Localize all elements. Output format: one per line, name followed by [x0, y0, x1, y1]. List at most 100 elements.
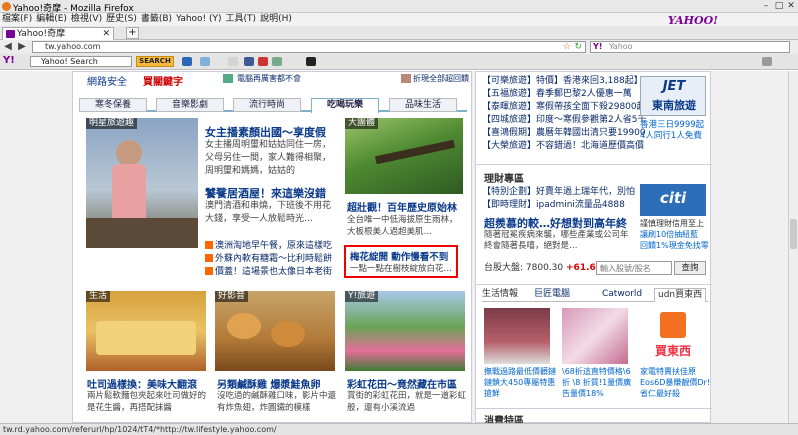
nature-headline[interactable]: 超壯觀！百年歷史原始林 — [347, 199, 457, 214]
top-link-keywords[interactable]: 買關鍵字 — [143, 73, 183, 88]
tab-food[interactable]: 吃喝玩樂 — [311, 98, 379, 113]
jet-ad[interactable]: JET 東南旅遊 — [640, 76, 706, 116]
scrollbar-thumb[interactable] — [790, 219, 797, 249]
shop-item-2-caption[interactable]: \68折這直特價格\6折 \8 折質!1量價廣告量價18% — [562, 366, 634, 399]
browser-tab[interactable]: Yahoo!奇摩 ✕ — [2, 27, 114, 40]
menu-yahoo[interactable]: Yahoo! (Y) — [174, 13, 223, 26]
menu-file[interactable]: 檔案(F) — [0, 13, 34, 26]
top-link-cashback[interactable]: 折現全部超回饋 — [413, 73, 469, 84]
status-bar: tw.rd.yahoo.com/referurl/hp/1024/tT4/*ht… — [0, 423, 798, 435]
bullet-icon — [205, 254, 213, 262]
finance-link-1[interactable]: 【特別企劃】好賣年過上瑞年代，別怕 — [482, 186, 635, 199]
jet-name: 東南旅遊 — [652, 99, 696, 112]
yahoo-toolbar: Y! Yahoo! Search SEARCH — [0, 54, 798, 70]
travel-link-1[interactable]: 【可樂旅遊】特價】香港來回3,188起】 — [482, 75, 643, 88]
tab-fashion[interactable]: 流行時尚 — [233, 98, 301, 112]
menu-edit[interactable]: 編輯(E) — [34, 13, 69, 26]
travel-link-6[interactable]: 【大榮旅遊】不容錯過！北海道歷價高價 — [482, 140, 644, 153]
tab-music[interactable]: 音樂影劇 — [156, 98, 224, 112]
card-2-headline[interactable]: 另類鹹酥雞 爆漿鮭魚卵 — [217, 376, 320, 391]
shop-item-1-caption[interactable]: 撫戰過路最低價髒鏈鏈鎖大450專屬特惠搶鮮 — [484, 366, 556, 399]
highlight-headline[interactable]: 梅花綻開 動作慢看不到 — [350, 249, 448, 263]
feature-link-3[interactable]: 價蓋！這場景也太像日本老街 — [205, 264, 332, 277]
maximize-button[interactable]: □ — [773, 1, 785, 11]
navigation-bar: ◀ ▶ tw.yahoo.com ☆ ↻ Y! Yahoo — [0, 40, 798, 54]
minimize-button[interactable]: – — [760, 1, 772, 11]
jet-line-2[interactable]: 4人同行1人免費 — [640, 131, 702, 142]
tab-shop-computer[interactable]: 巨匠電腦 — [534, 288, 570, 301]
bullet-icon — [205, 267, 213, 275]
url-bar[interactable]: tw.yahoo.com ☆ ↻ — [32, 41, 586, 53]
tab-shop-udn[interactable]: udn買東西 — [654, 288, 707, 302]
top-link-security[interactable]: 網路安全 — [87, 73, 127, 88]
tab-lifestyle[interactable]: 品味生活 — [389, 98, 457, 112]
divider — [476, 164, 712, 165]
card-2-body: 沒吃過的鹹酥雞口味，影片中還有炸魚翅，炸圓鐵的模樣 — [217, 391, 337, 413]
travel-link-2[interactable]: 【五福旅遊】春季郵巴黎2人優惠一萬 — [482, 88, 632, 101]
toolbar-settings-icon[interactable] — [762, 57, 772, 66]
feature-link-2[interactable]: 外蘇內軟有糖霜～比利時鬆餅 — [205, 251, 332, 264]
tab-close-icon[interactable]: ✕ — [102, 28, 110, 40]
nature-photo[interactable]: 大團體 — [345, 118, 463, 194]
mail-icon[interactable] — [182, 57, 192, 66]
reload-icon[interactable]: ↻ — [574, 42, 582, 52]
search-box[interactable]: Y! Yahoo — [590, 41, 790, 53]
menu-tools[interactable]: 工具(T) — [224, 13, 259, 26]
menu-help[interactable]: 說明(H) — [258, 13, 294, 26]
menu-view[interactable]: 檢視(V) — [69, 13, 104, 26]
shop-item-3-photo[interactable]: 買東西 — [640, 308, 706, 364]
card-3-headline[interactable]: 彩虹花田～竟然藏在市區 — [347, 376, 457, 391]
shop-item-1-photo[interactable] — [484, 308, 550, 364]
travel-link-3[interactable]: 【泰暉旅遊】寒假帶孩全面下殺29800起 — [482, 101, 646, 114]
vertical-scrollbar[interactable] — [788, 71, 798, 423]
card-1-headline[interactable]: 吐司過樣換：美味大翻滾 — [87, 376, 197, 391]
udn-logo: 買東西 — [654, 344, 691, 358]
finance-link-2[interactable]: 【即時理財】ipadmini流量品4888 — [482, 199, 625, 212]
toolbar-search-button[interactable]: SEARCH — [136, 56, 174, 67]
shop-item-3-caption[interactable]: 家電特賣扶佳原Eos6D暴賺靚價Dr!省仁最好殺 — [640, 366, 712, 399]
flickr-icon[interactable] — [272, 57, 282, 66]
citi-ad[interactable]: citi — [640, 184, 706, 216]
card-2-photo[interactable]: 好影音 — [215, 291, 335, 371]
tab-shop-life[interactable]: 生活情報 — [482, 288, 518, 301]
travel-link-5[interactable]: 【喜鴻假期】農曆年韓國出清只要19900 — [482, 127, 646, 140]
travel-link-4[interactable]: 【四城旅遊】印度～寒假參觀第2人省5千 — [482, 114, 646, 127]
tab-beauty[interactable]: 寒冬保養 — [79, 98, 147, 112]
feature-photo[interactable]: 明星旅遊趣 — [86, 118, 198, 248]
video-icon[interactable] — [306, 57, 316, 66]
forward-button[interactable]: ▶ — [16, 41, 28, 53]
status-text: tw.rd.yahoo.com/referurl/hp/1024/tT4/*ht… — [3, 425, 277, 434]
stock-query-button[interactable]: 查詢 — [674, 261, 706, 275]
feature-link-2-text: 外蘇內軟有糖霜～比利時鬆餅 — [215, 254, 333, 264]
nature-body: 全台唯一中低海拔原生雨林，大板根美人過超美肌… — [347, 215, 458, 237]
feature-headline[interactable]: 女主播素顏出國～享度假 — [205, 124, 326, 140]
title-bar: Yahoo!奇摩 - Mozilla Firefox – □ ✕ — [0, 0, 798, 14]
news-icon[interactable] — [258, 57, 268, 66]
menu-bookmarks[interactable]: 書籤(B) — [139, 13, 174, 26]
card-1-photo[interactable]: 生活 — [86, 291, 206, 371]
facebook-icon[interactable] — [244, 57, 254, 66]
jet-line-1[interactable]: 香港三日9999起 — [640, 120, 704, 131]
top-link-computer[interactable]: 電腦再厲害都不會 — [237, 73, 301, 84]
feature-link-1[interactable]: 澳洲淘地早午餐，原來這樣吃 — [205, 238, 332, 251]
shop-item-2-photo[interactable] — [562, 308, 628, 364]
divider — [476, 408, 712, 409]
new-tab-button[interactable]: + — [126, 27, 139, 39]
citi-line-1[interactable]: 謹慎理財信用至上 — [640, 218, 704, 229]
toolbar-search-input[interactable]: Yahoo! Search — [30, 56, 132, 67]
finance-headline[interactable]: 超羨慕的較…好想對到高年終 — [484, 215, 627, 231]
feature-headline-2[interactable]: 饕餮居酒屋！來這樂沒錯 — [205, 185, 326, 201]
bookmark-icon[interactable] — [228, 57, 238, 66]
citi-line-3[interactable]: 回饋1%現金免找零 — [640, 240, 709, 251]
close-button[interactable]: ✕ — [785, 1, 797, 11]
weather-icon[interactable] — [200, 57, 210, 66]
card-3-photo[interactable]: Y!旅遊 — [345, 291, 465, 371]
menu-history[interactable]: 歷史(S) — [104, 13, 139, 26]
back-button[interactable]: ◀ — [2, 41, 14, 53]
feature-link-1-text: 澳洲淘地早午餐，原來這樣吃 — [215, 241, 333, 251]
yahoo-toolbar-logo-icon[interactable]: Y! — [3, 55, 15, 66]
citi-line-2[interactable]: 讓刷10倍抽紐藍 — [640, 229, 698, 240]
stock-search-input[interactable] — [596, 261, 672, 275]
bookmark-star-icon[interactable]: ☆ — [563, 42, 571, 52]
tab-shop-catworld[interactable]: Catworld — [602, 288, 642, 301]
